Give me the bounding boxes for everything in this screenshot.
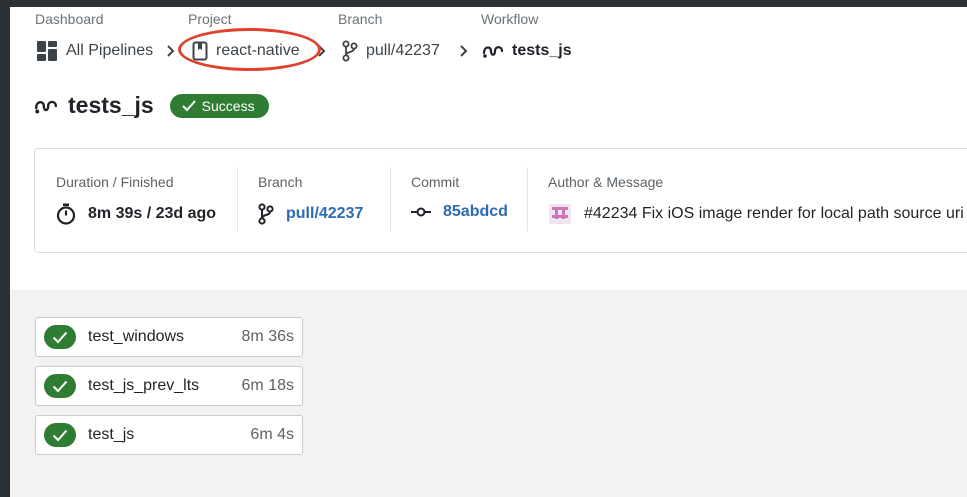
workflow-icon xyxy=(34,100,58,113)
chevron-right-icon xyxy=(166,38,176,64)
dashboard-grid-icon xyxy=(37,41,57,61)
git-branch-icon xyxy=(258,203,274,225)
annotation-ellipse xyxy=(178,28,321,71)
commit-icon xyxy=(411,207,431,217)
breadcrumb-label-project: Project xyxy=(188,11,232,27)
branch-label: Branch xyxy=(258,174,303,190)
breadcrumb-label-branch: Branch xyxy=(338,11,383,27)
breadcrumb-branch-link[interactable]: pull/42237 xyxy=(342,38,440,64)
chevron-right-icon xyxy=(459,38,469,64)
breadcrumb-workflow-text: tests_js xyxy=(512,42,572,59)
column-divider xyxy=(237,167,238,231)
commit-message-text: #42234 Fix iOS image render for local pa… xyxy=(584,205,964,222)
job-duration: 6m 4s xyxy=(250,426,294,443)
breadcrumb-label-dashboard: Dashboard xyxy=(35,11,104,27)
success-check-icon xyxy=(44,374,76,398)
commit-label: Commit xyxy=(411,174,460,190)
duration-text: 8m 39s / 23d ago xyxy=(88,205,217,222)
job-name: test_js xyxy=(88,426,135,443)
branch-link-text: pull/42237 xyxy=(286,205,364,222)
job-item-test-js-prev-lts[interactable]: test_js_prev_lts 6m 18s xyxy=(35,366,303,406)
page-title: tests_js xyxy=(68,92,154,118)
workflow-header-panel: Dashboard Project Branch Workflow All Pi… xyxy=(10,7,967,290)
check-icon xyxy=(181,99,196,111)
workflow-summary-card: Duration / Finished 8m 39s / 23d ago Bra… xyxy=(34,148,967,253)
job-duration: 6m 18s xyxy=(241,377,294,394)
app-frame: Dashboard Project Branch Workflow All Pi… xyxy=(10,7,967,497)
breadcrumb-dashboard-link[interactable]: All Pipelines xyxy=(36,38,153,64)
breadcrumb: All Pipelines react-native pull/42237 te… xyxy=(10,38,967,66)
job-name: test_js_prev_lts xyxy=(88,377,200,394)
author-label: Author & Message xyxy=(548,174,664,190)
commit-link-text: 85abdcd xyxy=(443,203,508,220)
stopwatch-icon xyxy=(56,203,76,225)
job-duration: 8m 36s xyxy=(241,328,294,345)
job-item-test-js[interactable]: test_js 6m 4s xyxy=(35,415,303,455)
status-badge-text: Success xyxy=(201,97,255,114)
column-divider xyxy=(527,167,528,231)
success-check-icon xyxy=(44,325,76,349)
breadcrumb-branch-text: pull/42237 xyxy=(366,42,440,59)
breadcrumb-workflow-current: tests_js xyxy=(482,38,572,64)
column-divider xyxy=(390,167,391,231)
breadcrumb-dashboard-text: All Pipelines xyxy=(66,42,154,59)
git-branch-icon xyxy=(342,40,358,62)
workflow-title-row: tests_js Success xyxy=(34,92,269,119)
success-check-icon xyxy=(44,423,76,447)
duration-value: 8m 39s / 23d ago xyxy=(56,203,216,225)
job-name: test_windows xyxy=(88,328,185,345)
commit-link[interactable]: 85abdcd xyxy=(411,203,508,221)
avatar xyxy=(549,204,571,224)
branch-link[interactable]: pull/42237 xyxy=(258,203,363,225)
commit-message: #42234 Fix iOS image render for local pa… xyxy=(548,203,964,225)
duration-label: Duration / Finished xyxy=(56,174,174,190)
workflow-icon xyxy=(482,46,504,58)
status-badge: Success xyxy=(169,93,269,118)
job-item-test-windows[interactable]: test_windows 8m 36s xyxy=(35,317,303,357)
breadcrumb-label-workflow: Workflow xyxy=(481,11,539,27)
breadcrumb-labels: Dashboard Project Branch Workflow xyxy=(10,11,967,27)
